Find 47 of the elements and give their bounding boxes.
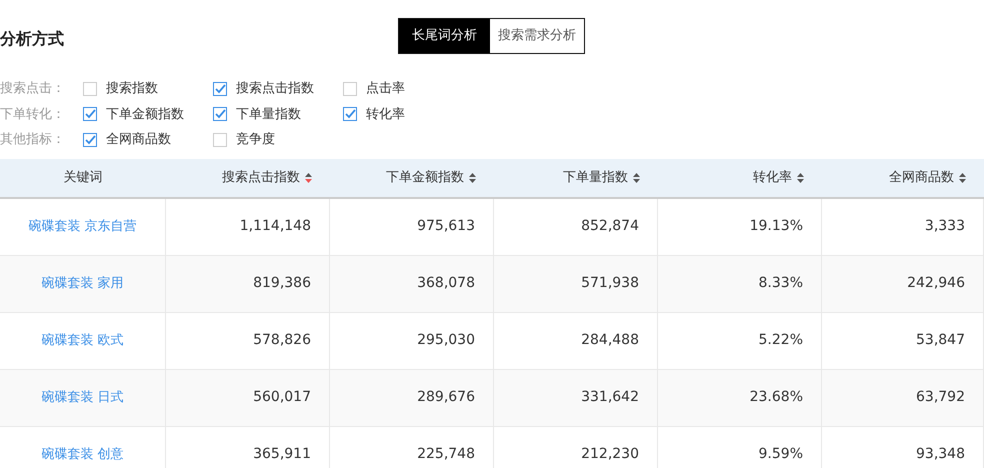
checkbox[interactable] bbox=[83, 132, 97, 147]
table-cell: 560,017 bbox=[166, 370, 330, 426]
checkbox-label: 转化率 bbox=[366, 106, 405, 124]
table-cell: 8.33% bbox=[658, 256, 822, 312]
table-cell: 23.68% bbox=[658, 370, 822, 426]
column-header[interactable]: 转化率 bbox=[658, 158, 822, 198]
table-cell: 289,676 bbox=[330, 370, 494, 426]
column-header[interactable]: 下单量指数 bbox=[494, 158, 658, 198]
sort-icon[interactable] bbox=[469, 172, 476, 182]
checkbox-label: 点击率 bbox=[366, 80, 405, 98]
checkbox[interactable] bbox=[83, 107, 97, 122]
table-cell: 571,938 bbox=[494, 256, 658, 312]
sort-icon[interactable] bbox=[633, 172, 640, 182]
table-cell: 63,792 bbox=[822, 370, 984, 426]
table-cell: 93,348 bbox=[822, 426, 984, 468]
checkbox-label: 搜索指数 bbox=[106, 80, 158, 98]
sort-icon[interactable] bbox=[959, 172, 966, 182]
checkbox-label: 下单金额指数 bbox=[106, 106, 184, 124]
table-cell: 242,946 bbox=[822, 256, 984, 312]
table-cell: 368,078 bbox=[330, 256, 494, 312]
table-cell: 225,748 bbox=[330, 426, 494, 468]
checkbox[interactable] bbox=[213, 82, 227, 96]
table-cell: 365,911 bbox=[166, 426, 330, 468]
checkbox[interactable] bbox=[343, 82, 357, 96]
column-header[interactable]: 下单金额指数 bbox=[330, 158, 494, 198]
checkbox-label: 竞争度 bbox=[236, 131, 275, 149]
filter-label: 其他指标： bbox=[0, 131, 66, 149]
column-header[interactable]: 搜索点击指数 bbox=[166, 158, 330, 198]
table-cell: 331,642 bbox=[494, 370, 658, 426]
filter-label: 下单转化： bbox=[0, 106, 66, 124]
checkbox[interactable] bbox=[83, 82, 97, 96]
column-header[interactable]: 全网商品数 bbox=[822, 158, 984, 198]
table-cell: 212,230 bbox=[494, 426, 658, 468]
mode-tab[interactable]: 长尾词分析 bbox=[399, 19, 490, 53]
checkbox-label: 搜索点击指数 bbox=[236, 80, 314, 98]
checkbox[interactable] bbox=[343, 107, 357, 122]
checkbox[interactable] bbox=[213, 107, 227, 122]
sort-icon[interactable] bbox=[305, 172, 312, 182]
checkbox[interactable] bbox=[213, 132, 227, 147]
table-cell: 9.59% bbox=[658, 426, 822, 468]
sort-icon[interactable] bbox=[797, 172, 804, 182]
filter-label: 搜索点击： bbox=[0, 80, 66, 98]
section-title: 分析方式 bbox=[0, 28, 64, 50]
checkbox-label: 下单量指数 bbox=[236, 106, 301, 124]
table-cell: 819,386 bbox=[166, 256, 330, 312]
checkbox-label: 全网商品数 bbox=[106, 131, 171, 149]
column-header: 关键词 bbox=[0, 158, 166, 198]
